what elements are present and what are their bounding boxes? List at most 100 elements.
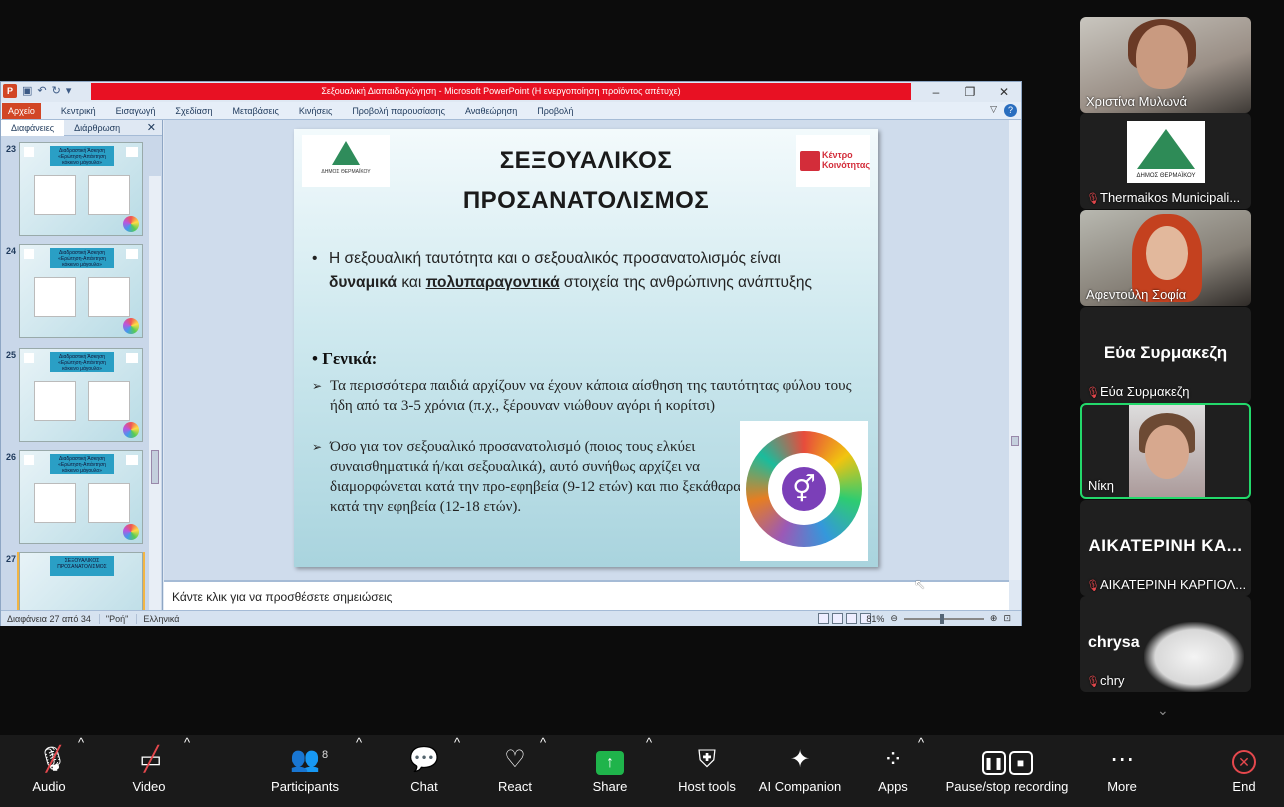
audio-options-chevron-icon[interactable]: ^ xyxy=(78,735,84,750)
current-slide[interactable]: ΔΗΜΟΣ ΘΕΡΜΑΪΚΟΥ Κέντρο Κοινότητας ΣΕΞΟΥΑ… xyxy=(294,129,878,567)
participant-tile[interactable]: Χριστίνα Μυλωνά xyxy=(1080,17,1251,113)
pause-stop-recording-button[interactable]: ❚❚ ■ Pause/stop recording xyxy=(942,735,1072,807)
slide-thumbnail-pane: Διαφάνειες Διάρθρωση ✕ 23 Διαδραστική Άσ… xyxy=(1,119,163,610)
slide-sorter-icon[interactable] xyxy=(832,613,843,624)
pause-stop-icon: ❚❚ ■ xyxy=(981,751,1033,775)
audio-button[interactable]: 🎙╱ Audio xyxy=(22,735,76,807)
fit-slide-icon[interactable]: ⊡ xyxy=(1003,613,1011,624)
tab-view[interactable]: Προβολή xyxy=(537,106,573,116)
thumbnail-scrollbar[interactable] xyxy=(149,176,161,610)
video-options-chevron-icon[interactable]: ^ xyxy=(184,735,190,750)
slide-number: 24 xyxy=(6,246,17,256)
participant-name: 🎙Εύα Συρμακεζη xyxy=(1086,384,1190,399)
participant-name: 🎙ΑΙΚΑΤΕΡΙΝΗ ΚΑΡΓΙΟΛ... xyxy=(1086,577,1247,592)
tab-design[interactable]: Σχεδίαση xyxy=(175,106,212,116)
tab-animations[interactable]: Κινήσεις xyxy=(299,106,332,116)
active-speaker-tile[interactable]: Νίκη xyxy=(1080,403,1251,499)
participant-name: Νίκη xyxy=(1088,478,1115,493)
bullet-bold-multifactorial: πολυπαραγοντικά xyxy=(425,274,560,291)
video-button[interactable]: ▭╱ Video xyxy=(122,735,176,807)
community-center-label: Κέντρο Κοινότητας xyxy=(822,150,871,170)
chat-options-chevron-icon[interactable]: ^ xyxy=(454,735,460,750)
mic-muted-icon: 🎙 xyxy=(1086,193,1100,205)
restore-icon[interactable]: ❐ xyxy=(953,82,987,102)
tab-slideshow[interactable]: Προβολή παρουσίασης xyxy=(352,106,445,116)
file-tab[interactable]: Αρχείο xyxy=(2,102,41,119)
reading-view-icon[interactable] xyxy=(846,613,857,624)
mic-muted-icon: 🎙╱ xyxy=(37,746,68,773)
participant-display-name: Εύα Συρμακεζη xyxy=(1103,343,1228,362)
participant-tile[interactable]: chrysa 🎙chry xyxy=(1080,596,1251,692)
community-center-icon xyxy=(800,151,820,171)
arrow-bullet-icon: ➢ xyxy=(312,379,323,393)
mic-muted-icon: 🎙 xyxy=(1086,580,1100,592)
children-circle-icon xyxy=(123,318,139,334)
bullet-text: και xyxy=(397,274,426,291)
apps-options-chevron-icon[interactable]: ^ xyxy=(918,735,924,750)
zoom-out-icon[interactable]: ⊖ xyxy=(890,613,898,624)
more-button[interactable]: ⋯ More xyxy=(1102,735,1142,807)
participant-name: Αφεντούλη Σοφία xyxy=(1086,287,1187,302)
ribbon-minimize-icon[interactable]: ▽ xyxy=(990,104,997,115)
share-button[interactable]: ↑ Share xyxy=(588,735,632,807)
slide-thumbnail-selected[interactable]: 27 ΣΕΞΟΥΑΛΙΚΟΣ ΠΡΟΣΑΝΑΤΟΛΙΣΜΟΣ xyxy=(3,552,149,610)
tab-insert[interactable]: Εισαγωγή xyxy=(116,106,156,116)
share-options-chevron-icon[interactable]: ^ xyxy=(646,735,652,750)
participant-name: 🎙Thermaikos Municipali... xyxy=(1086,190,1241,205)
window-controls: – ❐ ✕ xyxy=(919,82,1021,102)
participant-tile[interactable]: ΑΙΚΑΤΕΡΙΝΗ ΚΑ... 🎙ΑΙΚΑΤΕΡΙΝΗ ΚΑΡΓΙΟΛ... xyxy=(1080,500,1251,596)
window-title: Σεξουαλική Διαπαιδαγώγηση - Microsoft Po… xyxy=(91,83,911,100)
shield-icon: ⛨ xyxy=(698,746,716,773)
gallery-scroll-down-icon[interactable]: ⌄ xyxy=(1157,702,1169,719)
slide-thumbnail[interactable]: 26 Διαδραστική Άσκηση «Ερώτηση-Απάντηση … xyxy=(3,450,149,548)
react-options-chevron-icon[interactable]: ^ xyxy=(540,735,546,750)
redo-icon[interactable]: ↻ xyxy=(52,84,61,98)
sub-bullet-orientation: ➢ Όσο για τον σεξουαλικό προσανατολισμό … xyxy=(312,439,742,515)
cloud-overlay-icon xyxy=(1144,622,1244,692)
participant-tile[interactable]: ΔΗΜΟΣ ΘΕΡΜΑΪΚΟΥ 🎙Thermaikos Municipali..… xyxy=(1080,113,1251,209)
notes-pane[interactable]: Κάντε κλικ για να προσθέσετε σημειώσεις xyxy=(164,580,1009,610)
participants-options-chevron-icon[interactable]: ^ xyxy=(356,735,362,750)
participant-tile[interactable]: Εύα Συρμακεζη 🎙Εύα Συρμακεζη xyxy=(1080,307,1251,403)
quick-access-toolbar: P ▣ ↶ ↻ ▾ xyxy=(3,84,71,98)
ppt-title-bar: P ▣ ↶ ↻ ▾ Σεξουαλική Διαπαιδαγώγηση - Mi… xyxy=(1,82,1021,102)
thumb-title: Διαδραστική Άσκηση «Ερώτηση-Απάντηση κόκ… xyxy=(50,248,114,268)
react-button[interactable]: ♡ React xyxy=(494,735,536,807)
help-icon[interactable]: ? xyxy=(1004,104,1017,117)
tab-transitions[interactable]: Μεταβάσεις xyxy=(232,106,278,116)
normal-view-icon[interactable] xyxy=(818,613,829,624)
participant-name: 🎙chry xyxy=(1086,673,1125,688)
save-icon[interactable]: ▣ xyxy=(22,84,32,98)
apps-button[interactable]: ⁘ Apps xyxy=(872,735,914,807)
thumb-title: Διαδραστική Άσκηση «Ερώτηση-Απάντηση κόκ… xyxy=(50,454,114,474)
undo-icon[interactable]: ↶ xyxy=(37,84,46,98)
zoom-slider[interactable] xyxy=(903,613,984,624)
children-circle-icon xyxy=(123,216,139,232)
tab-outline[interactable]: Διάρθρωση xyxy=(64,120,130,136)
status-bar: Διαφάνεια 27 από 34 "Ροή" Ελληνικά 81% ⊖… xyxy=(1,610,1021,626)
host-tools-button[interactable]: ⛨ Host tools xyxy=(674,735,740,807)
mic-muted-icon: 🎙 xyxy=(1086,676,1100,688)
heart-icon: ♡ xyxy=(504,746,526,773)
slide-thumbnail[interactable]: 24 Διαδραστική Άσκηση «Ερώτηση-Απάντηση … xyxy=(3,244,149,342)
zoom-level[interactable]: 81% xyxy=(866,614,884,624)
end-meeting-button[interactable]: ✕ End xyxy=(1224,735,1264,807)
zoom-in-icon[interactable]: ⊕ xyxy=(990,613,998,624)
close-pane-icon[interactable]: ✕ xyxy=(147,121,156,134)
tab-slides[interactable]: Διαφάνειες xyxy=(1,119,65,136)
tab-home[interactable]: Κεντρική xyxy=(61,106,96,116)
language: Ελληνικά xyxy=(143,613,180,624)
slide-thumbnail[interactable]: 25 Διαδραστική Άσκηση «Ερώτηση-Απάντηση … xyxy=(3,348,149,446)
chat-icon: 💬 xyxy=(409,746,439,773)
close-icon[interactable]: ✕ xyxy=(987,82,1021,102)
ai-companion-button[interactable]: ✦ AI Companion xyxy=(756,735,844,807)
slide-scrollbar[interactable] xyxy=(1009,120,1021,580)
participant-tile[interactable]: Αφεντούλη Σοφία xyxy=(1080,210,1251,306)
slide-thumbnail[interactable]: 23 Διαδραστική Άσκηση «Ερώτηση-Απάντηση … xyxy=(3,142,149,240)
minimize-icon[interactable]: – xyxy=(919,82,953,102)
participants-button[interactable]: 👥 Participants 8 xyxy=(268,735,342,807)
tab-review[interactable]: Αναθεώρηση xyxy=(465,106,517,116)
chat-button[interactable]: 💬 Chat xyxy=(404,735,444,807)
customize-toolbar-icon[interactable]: ▾ xyxy=(66,84,72,98)
zoom-control: 81% ⊖ ⊕ ⊡ xyxy=(866,613,1011,624)
